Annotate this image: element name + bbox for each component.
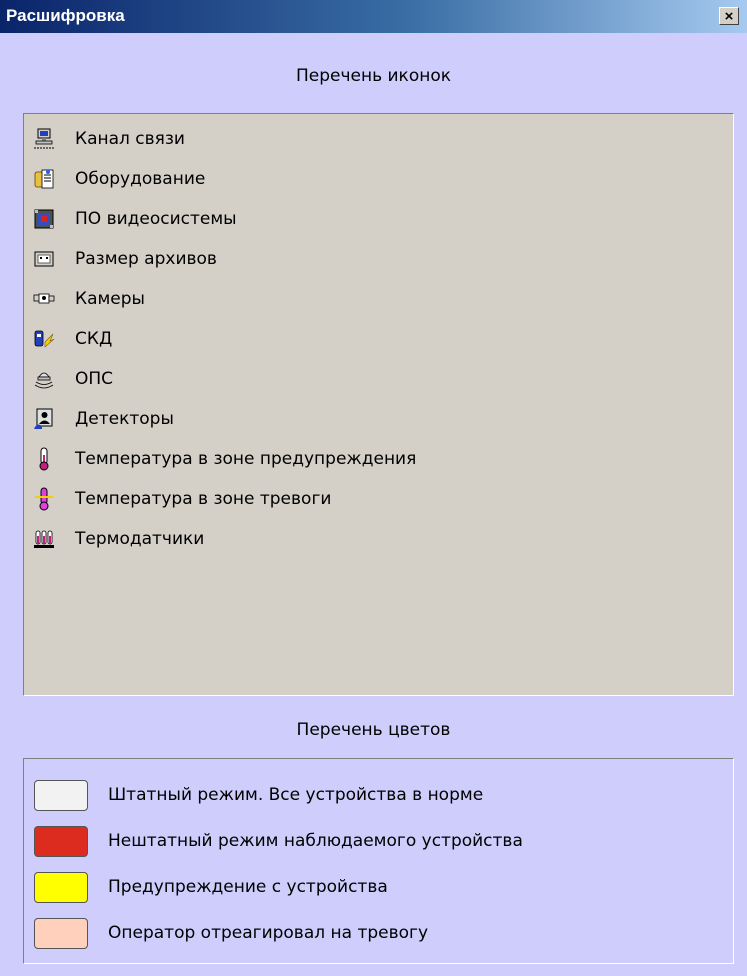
color-list-item: Предупреждение с устройства	[34, 871, 388, 903]
archive-size-icon	[33, 247, 55, 271]
color-swatch	[34, 825, 88, 857]
icon-list-item: Оборудование	[33, 165, 205, 193]
close-icon: ×	[724, 7, 734, 25]
icons-section-heading: Перечень иконок	[295, 66, 452, 86]
color-swatch	[34, 779, 88, 811]
icon-item-label: Камеры	[75, 289, 145, 309]
icon-list-item: Детекторы	[33, 405, 174, 433]
icon-item-label: Температура в зоне предупреждения	[75, 449, 417, 469]
color-swatch	[34, 871, 88, 903]
icon-item-label: Температура в зоне тревоги	[75, 489, 332, 509]
color-item-label: Штатный режим. Все устройства в норме	[108, 785, 484, 805]
icon-list-item: Канал связи	[33, 125, 185, 153]
title-bar: Расшифровка ×	[0, 0, 747, 33]
camera-icon	[33, 287, 55, 311]
icon-list-item: Камеры	[33, 285, 145, 313]
icon-list-item: Температура в зоне тревоги	[33, 485, 331, 513]
access-control-icon	[33, 327, 55, 351]
window-title: Расшифровка	[6, 6, 125, 25]
network-channel-icon	[33, 127, 55, 151]
icon-item-label: СКД	[75, 329, 113, 349]
icon-list-item: Термодатчики	[33, 525, 204, 553]
colors-section-heading: Перечень цветов	[296, 720, 451, 740]
icon-item-label: Канал связи	[75, 129, 185, 149]
color-list-item: Штатный режим. Все устройства в норме	[34, 779, 483, 811]
video-software-icon	[33, 207, 55, 231]
icon-list-item: Температура в зоне предупреждения	[33, 445, 416, 473]
icon-item-label: Оборудование	[75, 169, 206, 189]
icon-item-label: Термодатчики	[75, 529, 205, 549]
icon-item-label: ПО видеосистемы	[75, 209, 237, 229]
icon-item-label: ОПС	[75, 369, 114, 389]
icon-list-item: ПО видеосистемы	[33, 205, 237, 233]
color-list-item: Оператор отреагировал на тревогу	[34, 917, 428, 949]
icon-item-label: Детекторы	[75, 409, 174, 429]
color-list-item: Нештатный режим наблюдаемого устройства	[34, 825, 523, 857]
icon-item-label: Размер архивов	[75, 249, 217, 269]
color-list-panel: Штатный режим. Все устройства в норме Не…	[23, 758, 734, 964]
fire-alarm-icon	[33, 367, 55, 391]
thermometer-alarm-icon	[33, 487, 55, 511]
color-item-label: Нештатный режим наблюдаемого устройства	[108, 831, 523, 851]
equipment-icon	[33, 167, 55, 191]
color-item-label: Оператор отреагировал на тревогу	[108, 923, 429, 943]
detector-icon	[33, 407, 55, 431]
color-item-label: Предупреждение с устройства	[108, 877, 388, 897]
close-button[interactable]: ×	[719, 7, 739, 25]
thermosensors-icon	[33, 527, 55, 551]
icon-list-panel: Канал связи Оборудование ПО видеосистемы…	[23, 113, 734, 696]
thermometer-warning-icon	[33, 447, 55, 471]
icon-list-item: СКД	[33, 325, 112, 353]
icon-list-item: Размер архивов	[33, 245, 217, 273]
icon-list-item: ОПС	[33, 365, 113, 393]
color-swatch	[34, 917, 88, 949]
